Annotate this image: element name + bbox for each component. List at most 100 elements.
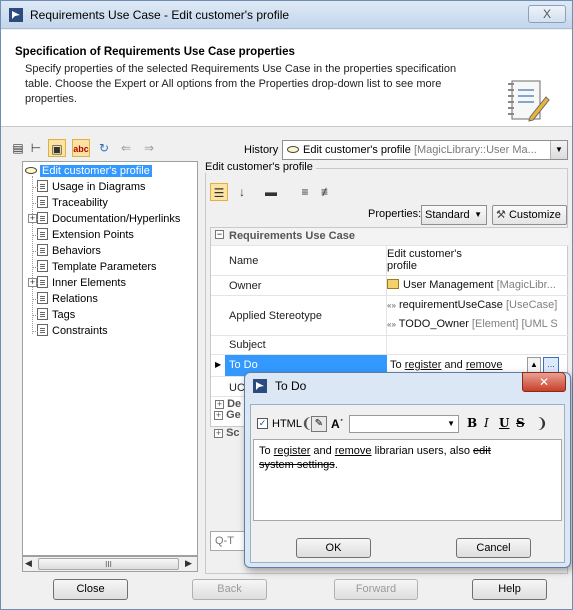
stereotype-icon: «» xyxy=(387,320,396,329)
stereotype-1[interactable]: «» requirementUseCase [UseCase] xyxy=(387,299,567,311)
categorized-icon[interactable]: ☰ xyxy=(210,183,228,201)
text-link-2[interactable]: remove xyxy=(335,445,372,457)
tree-item[interactable]: Relations xyxy=(37,291,98,307)
chevron-down-icon[interactable]: ▼ xyxy=(550,141,567,159)
expand-toggle-icon[interactable]: + xyxy=(214,411,223,420)
expand-toggle-icon[interactable]: + xyxy=(214,429,223,438)
page-icon xyxy=(37,276,48,288)
scroll-right-icon[interactable]: ▶ xyxy=(185,558,192,569)
specification-window: Requirements Use Case - Edit customer's … xyxy=(0,0,573,610)
row-ge[interactable]: + Ge xyxy=(210,409,241,421)
tree-item[interactable]: Constraints xyxy=(37,323,108,339)
scroll-left-icon[interactable]: ◀ xyxy=(25,558,32,569)
todo-link-1[interactable]: register xyxy=(405,359,442,371)
tree-item[interactable]: Documentation/Hyperlinks xyxy=(37,211,180,227)
window-titlebar: Requirements Use Case - Edit customer's … xyxy=(1,1,572,29)
name-value-line2[interactable]: profile xyxy=(387,260,567,272)
tree-item[interactable]: Traceability xyxy=(37,195,108,211)
stereotype-icon: «» xyxy=(387,301,396,310)
tree-item[interactable]: Extension Points xyxy=(37,227,134,243)
tree-item[interactable]: Behaviors xyxy=(37,243,101,259)
close-icon[interactable]: ✕ xyxy=(522,372,566,392)
ok-button[interactable]: OK xyxy=(296,538,371,558)
text-mid: and xyxy=(310,445,335,457)
format-toolbar: ✓ HTML ❨ ✎ A˙ ▼ B I U S ❩ xyxy=(251,413,564,435)
todo-text-area[interactable]: To register and remove librarian users, … xyxy=(253,439,562,521)
text-pre: To xyxy=(259,445,274,457)
tree-item-label: Template Parameters xyxy=(52,261,157,273)
history-dropdown[interactable]: Edit customer's profile [MagicLibrary::U… xyxy=(282,140,568,160)
strikethrough-button[interactable]: S xyxy=(516,416,525,430)
tree-item[interactable]: Inner Elements xyxy=(37,275,126,291)
todo-value[interactable]: To register and remove xyxy=(390,359,522,371)
row-name[interactable]: Name Edit customer's profile xyxy=(211,246,569,276)
font-size-icon[interactable]: A˙ xyxy=(331,417,344,431)
owner-muted: [MagicLibr... xyxy=(496,279,556,291)
tree-line xyxy=(33,251,38,252)
stereotype-2[interactable]: «» TODO_Owner [Element] [UML S xyxy=(387,318,567,330)
expand-toggle-icon[interactable]: + xyxy=(28,214,37,223)
italic-button[interactable]: I xyxy=(484,416,489,430)
ge-label: Ge xyxy=(226,409,241,421)
expand-all-icon[interactable]: ≡ xyxy=(296,183,314,201)
close-button[interactable]: Close xyxy=(53,579,128,600)
scroll-thumb[interactable]: III xyxy=(38,558,179,570)
expand-icon[interactable]: ▣ xyxy=(48,139,66,157)
subject-label: Subject xyxy=(229,339,266,351)
customize-label: Customize xyxy=(508,209,561,221)
grid-view-icon[interactable]: ▤ xyxy=(9,139,27,157)
sort-alpha-icon[interactable]: ↓ xyxy=(233,183,251,201)
page-icon xyxy=(37,228,48,240)
tree-horizontal-scrollbar[interactable]: ◀ III ▶ xyxy=(22,556,198,572)
tree-item[interactable]: Template Parameters xyxy=(37,259,157,275)
html-checkbox[interactable]: ✓ xyxy=(257,418,268,429)
tree-view-icon[interactable]: ⊢ xyxy=(27,139,45,157)
sc-label: Sc xyxy=(226,427,240,439)
stereotype-label: Applied Stereotype xyxy=(229,310,322,322)
tree-root-label: Edit customer's profile xyxy=(40,165,152,177)
window-close-button[interactable]: X xyxy=(528,5,566,23)
todo-link-2[interactable]: remove xyxy=(466,359,503,371)
expand-toggle-icon[interactable]: + xyxy=(215,400,224,409)
collapse-icon[interactable]: ▬ xyxy=(262,183,280,201)
window-title: Requirements Use Case - Edit customer's … xyxy=(30,8,290,22)
font-dropdown[interactable]: ▼ xyxy=(349,415,459,433)
text-link-1[interactable]: register xyxy=(274,445,311,457)
properties-dropdown[interactable]: Standard ▼ xyxy=(421,205,487,225)
section-header[interactable]: − Requirements Use Case xyxy=(211,228,569,246)
spellcheck-icon[interactable]: abc xyxy=(72,139,90,157)
cancel-button[interactable]: Cancel xyxy=(456,538,531,558)
stereotype-1-muted: [UseCase] xyxy=(505,299,558,311)
row-owner[interactable]: Owner User Management [MagicLibr... xyxy=(211,276,569,296)
specification-icon xyxy=(508,80,550,122)
todo-dialog: To Do ✕ ✓ HTML ❨ ✎ A˙ ▼ B I U S ❩ To reg… xyxy=(244,372,571,568)
back-arrow-icon[interactable]: ⇐ xyxy=(117,139,135,157)
expand-toggle-icon[interactable]: + xyxy=(28,278,37,287)
tree-line xyxy=(33,315,38,316)
collapse-toggle-icon[interactable]: − xyxy=(215,230,224,239)
row-subject[interactable]: Subject xyxy=(211,336,569,355)
tree-item[interactable]: Tags xyxy=(37,307,75,323)
forward-button[interactable]: Forward xyxy=(334,579,418,600)
text-strike-1: edit xyxy=(473,445,491,457)
row-sc[interactable]: + Sc xyxy=(210,427,240,439)
owner-value[interactable]: User Management [MagicLibr... xyxy=(387,279,567,291)
customize-button[interactable]: ⚒ Customize xyxy=(492,205,567,225)
underline-button[interactable]: U xyxy=(499,416,509,430)
tree-item[interactable]: Usage in Diagrams xyxy=(37,179,146,195)
edit-icon[interactable]: ✎ xyxy=(311,416,327,432)
ellipsis-button[interactable]: ... xyxy=(543,357,559,373)
forward-arrow-icon[interactable]: ⇒ xyxy=(140,139,158,157)
bold-button[interactable]: B xyxy=(467,416,477,430)
name-value-line1[interactable]: Edit customer's xyxy=(387,248,567,260)
more-icon[interactable]: ❩ xyxy=(536,415,548,432)
row-stereotype[interactable]: Applied Stereotype «» requirementUseCase… xyxy=(211,296,569,336)
filter-icon[interactable]: ≢ xyxy=(318,183,336,201)
owner-label: Owner xyxy=(229,280,262,292)
tree-root[interactable]: Edit customer's profile xyxy=(25,163,152,179)
text-end: . xyxy=(334,459,338,471)
refresh-icon[interactable]: ↻ xyxy=(95,139,113,157)
help-button[interactable]: Help xyxy=(472,579,547,600)
back-button[interactable]: Back xyxy=(192,579,267,600)
scroll-up-icon[interactable]: ▲ xyxy=(527,357,541,373)
